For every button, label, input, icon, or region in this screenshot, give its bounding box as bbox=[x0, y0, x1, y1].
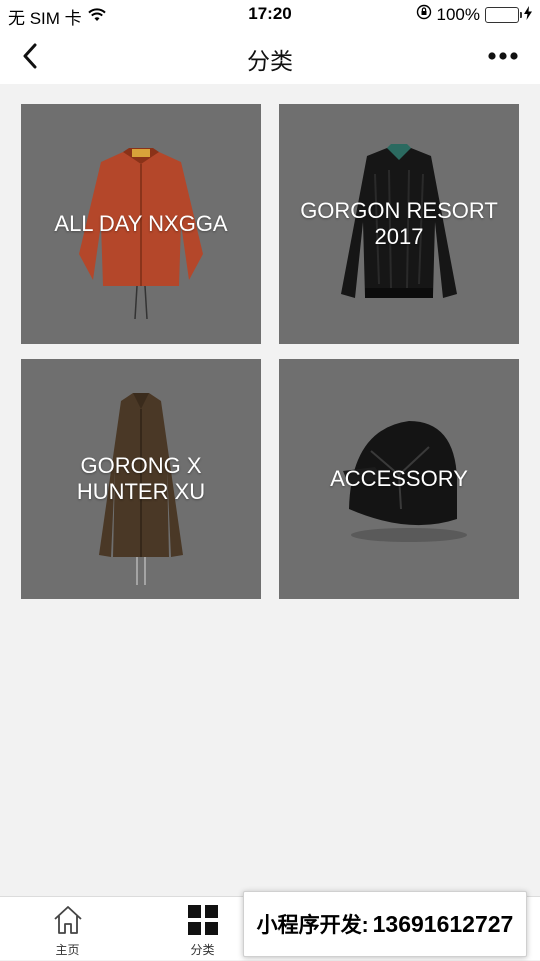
category-label: GORONG X HUNTER XU bbox=[21, 359, 261, 599]
more-button[interactable] bbox=[486, 42, 520, 70]
category-label: ALL DAY NXGGA bbox=[21, 104, 261, 344]
category-label: GORGON RESORT 2017 bbox=[279, 104, 519, 344]
category-card-all-day-nxgga[interactable]: ALL DAY NXGGA bbox=[21, 104, 261, 344]
category-card-gorgon-resort[interactable]: GORGON RESORT 2017 bbox=[279, 104, 519, 344]
category-label: ACCESSORY bbox=[279, 359, 519, 599]
tab-label: 分类 bbox=[190, 941, 214, 958]
status-right: 100% bbox=[416, 4, 532, 25]
charging-icon bbox=[524, 5, 532, 25]
orientation-lock-icon bbox=[416, 4, 432, 25]
watermark-text: 小程序开发: bbox=[257, 909, 369, 939]
nav-bar: 分类 bbox=[0, 28, 540, 84]
status-bar: 无 SIM 卡 17:20 100% bbox=[0, 0, 540, 28]
more-dots-icon bbox=[488, 52, 518, 60]
developer-watermark: 小程序开发: 13691612727 bbox=[243, 891, 527, 957]
battery-percent: 100% bbox=[437, 5, 480, 25]
category-card-accessory[interactable]: ACCESSORY bbox=[279, 359, 519, 599]
tab-label: 主页 bbox=[55, 941, 79, 958]
battery-icon bbox=[485, 7, 519, 23]
grid-icon bbox=[186, 903, 220, 937]
watermark-phone: 13691612727 bbox=[373, 911, 514, 938]
category-card-gorong-x-hunter-xu[interactable]: GORONG X HUNTER XU bbox=[21, 359, 261, 599]
page-title: 分类 bbox=[0, 42, 540, 76]
home-icon bbox=[51, 903, 85, 937]
tab-home[interactable]: 主页 bbox=[0, 897, 135, 961]
